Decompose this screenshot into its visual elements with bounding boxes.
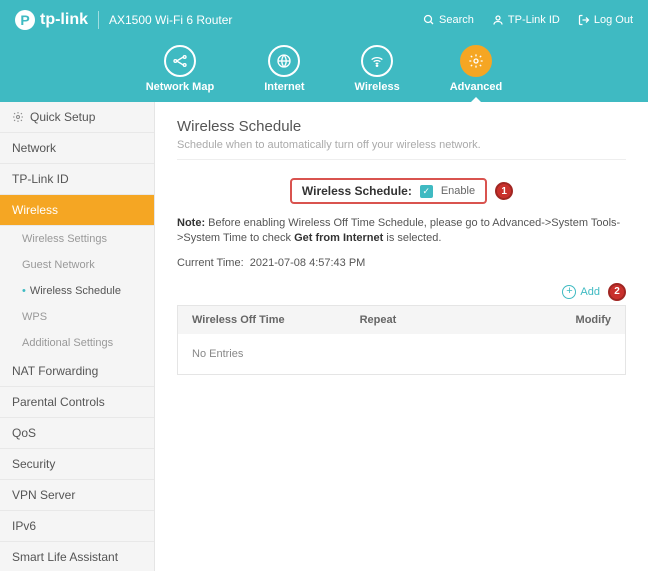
- nav-label: Internet: [264, 81, 304, 93]
- table-empty: No Entries: [178, 334, 625, 374]
- sidebar-label: Wireless Settings: [22, 233, 107, 245]
- sidebar-guest-network[interactable]: Guest Network: [0, 252, 154, 278]
- sidebar-label: VPN Server: [12, 488, 75, 502]
- sidebar-smart-life[interactable]: Smart Life Assistant: [0, 542, 154, 571]
- nav-advanced[interactable]: Advanced: [450, 45, 503, 93]
- add-label: Add: [580, 286, 600, 298]
- sidebar-vpn[interactable]: VPN Server: [0, 480, 154, 511]
- logout-label: Log Out: [594, 14, 633, 26]
- nav-network-map[interactable]: Network Map: [146, 45, 214, 93]
- sidebar-qos[interactable]: QoS: [0, 418, 154, 449]
- sidebar-label: IPv6: [12, 519, 36, 533]
- sidebar-wireless-schedule[interactable]: Wireless Schedule: [0, 278, 154, 304]
- page-title: Wireless Schedule: [177, 118, 626, 135]
- note-suffix: is selected.: [383, 232, 441, 244]
- tplink-id-link[interactable]: TP-Link ID: [492, 14, 560, 26]
- current-time-label: Current Time:: [177, 257, 244, 269]
- callout-1: 1: [495, 182, 513, 200]
- sidebar: Quick Setup Network TP-Link ID Wireless …: [0, 102, 155, 571]
- search-link[interactable]: Search: [423, 14, 474, 26]
- col-wireless-off-time: Wireless Off Time: [192, 314, 360, 326]
- sidebar-nat[interactable]: NAT Forwarding: [0, 356, 154, 387]
- schedule-table: Wireless Off Time Repeat Modify No Entri…: [177, 305, 626, 375]
- col-repeat: Repeat: [360, 314, 528, 326]
- sidebar-label: WPS: [22, 311, 47, 323]
- brand-logo: P tp-link: [15, 10, 88, 30]
- gear-icon: [460, 45, 492, 77]
- wifi-icon: [361, 45, 393, 77]
- sidebar-quick-setup[interactable]: Quick Setup: [0, 102, 154, 133]
- logout-icon: [578, 14, 590, 26]
- enable-text: Enable: [441, 185, 475, 197]
- sidebar-label: QoS: [12, 426, 36, 440]
- note-prefix: Note:: [177, 217, 205, 229]
- nav-label: Network Map: [146, 81, 214, 93]
- sidebar-label: Security: [12, 457, 55, 471]
- product-name: AX1500 Wi-Fi 6 Router: [109, 13, 232, 27]
- network-map-icon: [164, 45, 196, 77]
- nav-wireless[interactable]: Wireless: [355, 45, 400, 93]
- sidebar-label: Wireless Schedule: [30, 285, 121, 297]
- main-content: Wireless Schedule Schedule when to autom…: [155, 102, 648, 571]
- page-description: Schedule when to automatically turn off …: [177, 139, 626, 160]
- logout-link[interactable]: Log Out: [578, 14, 633, 26]
- sidebar-wireless-settings[interactable]: Wireless Settings: [0, 226, 154, 252]
- sidebar-ipv6[interactable]: IPv6: [0, 511, 154, 542]
- sidebar-parental[interactable]: Parental Controls: [0, 387, 154, 418]
- note-bold2: Get from Internet: [294, 232, 383, 244]
- search-icon: [423, 14, 435, 26]
- sidebar-label: TP-Link ID: [12, 172, 69, 186]
- enable-label: Wireless Schedule:: [302, 184, 412, 198]
- note-text: Note: Before enabling Wireless Off Time …: [177, 216, 626, 247]
- callout-2: 2: [608, 283, 626, 301]
- current-time: Current Time: 2021-07-08 4:57:43 PM: [177, 257, 626, 269]
- nav-internet[interactable]: Internet: [264, 45, 304, 93]
- sidebar-label: Network: [12, 141, 56, 155]
- sidebar-label: Parental Controls: [12, 395, 105, 409]
- sidebar-wps[interactable]: WPS: [0, 304, 154, 330]
- add-button[interactable]: + Add: [562, 285, 600, 299]
- sidebar-label: Quick Setup: [30, 110, 95, 124]
- user-icon: [492, 14, 504, 26]
- divider: [98, 11, 99, 29]
- tplink-id-label: TP-Link ID: [508, 14, 560, 26]
- plus-icon: +: [562, 285, 576, 299]
- globe-icon: [268, 45, 300, 77]
- sidebar-security[interactable]: Security: [0, 449, 154, 480]
- sidebar-label: Guest Network: [22, 259, 95, 271]
- gear-icon: [12, 111, 24, 123]
- nav-label: Wireless: [355, 81, 400, 93]
- enable-highlight-box: Wireless Schedule: ✓ Enable: [290, 178, 487, 204]
- sidebar-tplink-id[interactable]: TP-Link ID: [0, 164, 154, 195]
- sidebar-label: Smart Life Assistant: [12, 550, 118, 564]
- nav-label: Advanced: [450, 81, 503, 93]
- enable-checkbox[interactable]: ✓: [420, 185, 433, 198]
- sidebar-label: Wireless: [12, 203, 58, 217]
- logo-icon: P: [15, 10, 35, 30]
- current-time-value: 2021-07-08 4:57:43 PM: [250, 257, 366, 269]
- sidebar-label: Additional Settings: [22, 337, 113, 349]
- sidebar-network[interactable]: Network: [0, 133, 154, 164]
- sidebar-additional-settings[interactable]: Additional Settings: [0, 330, 154, 356]
- sidebar-wireless[interactable]: Wireless: [0, 195, 154, 226]
- search-label: Search: [439, 14, 474, 26]
- brand-text: tp-link: [40, 11, 88, 29]
- sidebar-label: NAT Forwarding: [12, 364, 98, 378]
- col-modify: Modify: [527, 314, 611, 326]
- table-header: Wireless Off Time Repeat Modify: [178, 306, 625, 334]
